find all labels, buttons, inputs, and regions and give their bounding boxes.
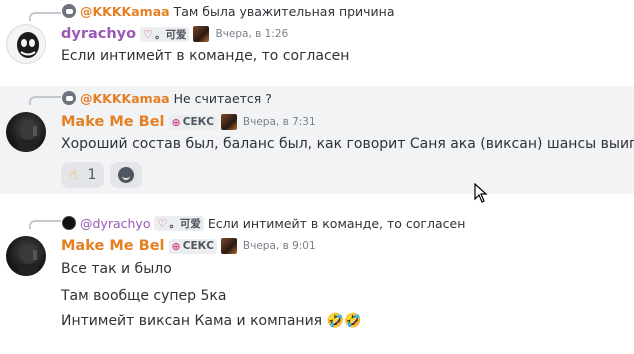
reply-role-tag: ♡ 。可爱 — [154, 215, 204, 231]
add-reaction-button[interactable] — [110, 162, 143, 188]
discord-icon — [62, 4, 76, 18]
avatar-image — [8, 26, 45, 63]
reply-mention[interactable]: @KKKKamaa — [80, 91, 170, 106]
avatar-image — [18, 244, 38, 276]
avatar[interactable] — [6, 24, 46, 64]
timestamp[interactable]: Вчера, в 7:31 — [243, 116, 316, 128]
message-1[interactable]: @KKKKamaa Там была уважительная причина … — [0, 0, 634, 82]
badge-icon[interactable] — [220, 238, 237, 254]
message-3[interactable]: @dyrachyo ♡ 。可爱 Если интимейт в команде,… — [0, 210, 634, 354]
mouse-cursor-icon — [474, 183, 488, 203]
reply-text: Там была уважительная причина — [173, 3, 395, 19]
message-line-1: Все так и было — [61, 261, 172, 277]
message-header: Make Me Bel ⊕ СЕКС Вчера, в 7:31 — [61, 112, 316, 132]
reply-text: Не считается ? — [173, 90, 272, 106]
reply-text: Если интимейт в команде, то согласен — [207, 215, 466, 231]
discord-icon — [62, 91, 76, 105]
message-header: dyrachyo ♡ 。可爱 Вчера, в 1:26 — [61, 24, 288, 44]
message-content: Если интимейт в команде, то согласен — [61, 48, 350, 64]
reply-mention[interactable]: @KKKKamaa — [80, 4, 170, 19]
reply-preview[interactable]: @dyrachyo ♡ 。可爱 Если интимейт в команде,… — [62, 214, 465, 232]
timestamp[interactable]: Вчера, в 1:26 — [215, 28, 288, 40]
avatar[interactable] — [6, 112, 46, 152]
heart-icon: ♡ — [143, 27, 153, 41]
reaction-pointing-up[interactable]: ☝ 1 — [61, 162, 105, 188]
tag-label: СЕКС — [182, 116, 214, 128]
message-content: Хороший состав был, баланс был, как гово… — [61, 136, 634, 152]
username[interactable]: dyrachyo — [61, 26, 136, 42]
role-tag[interactable]: ⊕ СЕКС — [168, 114, 217, 130]
reactions: ☝ 1 — [61, 162, 143, 188]
tag-label: 。可爱 — [154, 28, 187, 41]
pointing-up-emoji-icon: ☝ — [69, 167, 78, 183]
timestamp[interactable]: Вчера, в 9:01 — [243, 240, 316, 252]
badge-icon[interactable] — [193, 26, 210, 42]
reply-avatar — [62, 216, 76, 230]
reply-preview[interactable]: @KKKKamaa Там была уважительная причина — [62, 2, 395, 20]
username[interactable]: Make Me Bel — [61, 114, 165, 130]
reply-connector — [29, 12, 61, 21]
reaction-count: 1 — [87, 167, 97, 183]
reply-preview[interactable]: @KKKKamaa Не считается ? — [62, 89, 272, 107]
badge-icon[interactable] — [220, 114, 237, 130]
reply-connector — [29, 96, 61, 105]
avatar-image — [18, 120, 38, 152]
glasses-icon: ⊕ — [171, 239, 181, 253]
role-tag[interactable]: ⊕ СЕКС — [168, 238, 217, 254]
username[interactable]: Make Me Bel — [61, 238, 165, 254]
tag-label: 。可爱 — [169, 217, 201, 230]
smile-icon — [118, 167, 135, 183]
avatar[interactable] — [6, 236, 46, 276]
reply-mention[interactable]: @dyrachyo — [80, 216, 150, 231]
message-2[interactable]: @KKKKamaa Не считается ? Make Me Bel ⊕ С… — [0, 86, 634, 194]
glasses-icon: ⊕ — [171, 115, 181, 129]
message-header: Make Me Bel ⊕ СЕКС Вчера, в 9:01 — [61, 236, 316, 256]
message-line-2: Там вообще супер 5ка — [61, 288, 227, 304]
reply-connector — [29, 220, 61, 229]
role-tag[interactable]: ♡ 。可爱 — [140, 26, 190, 42]
tag-label: СЕКС — [182, 240, 214, 252]
heart-icon: ♡ — [157, 216, 168, 230]
message-line-3: Интимейт виксан Кама и компания 🤣🤣 — [61, 313, 362, 329]
